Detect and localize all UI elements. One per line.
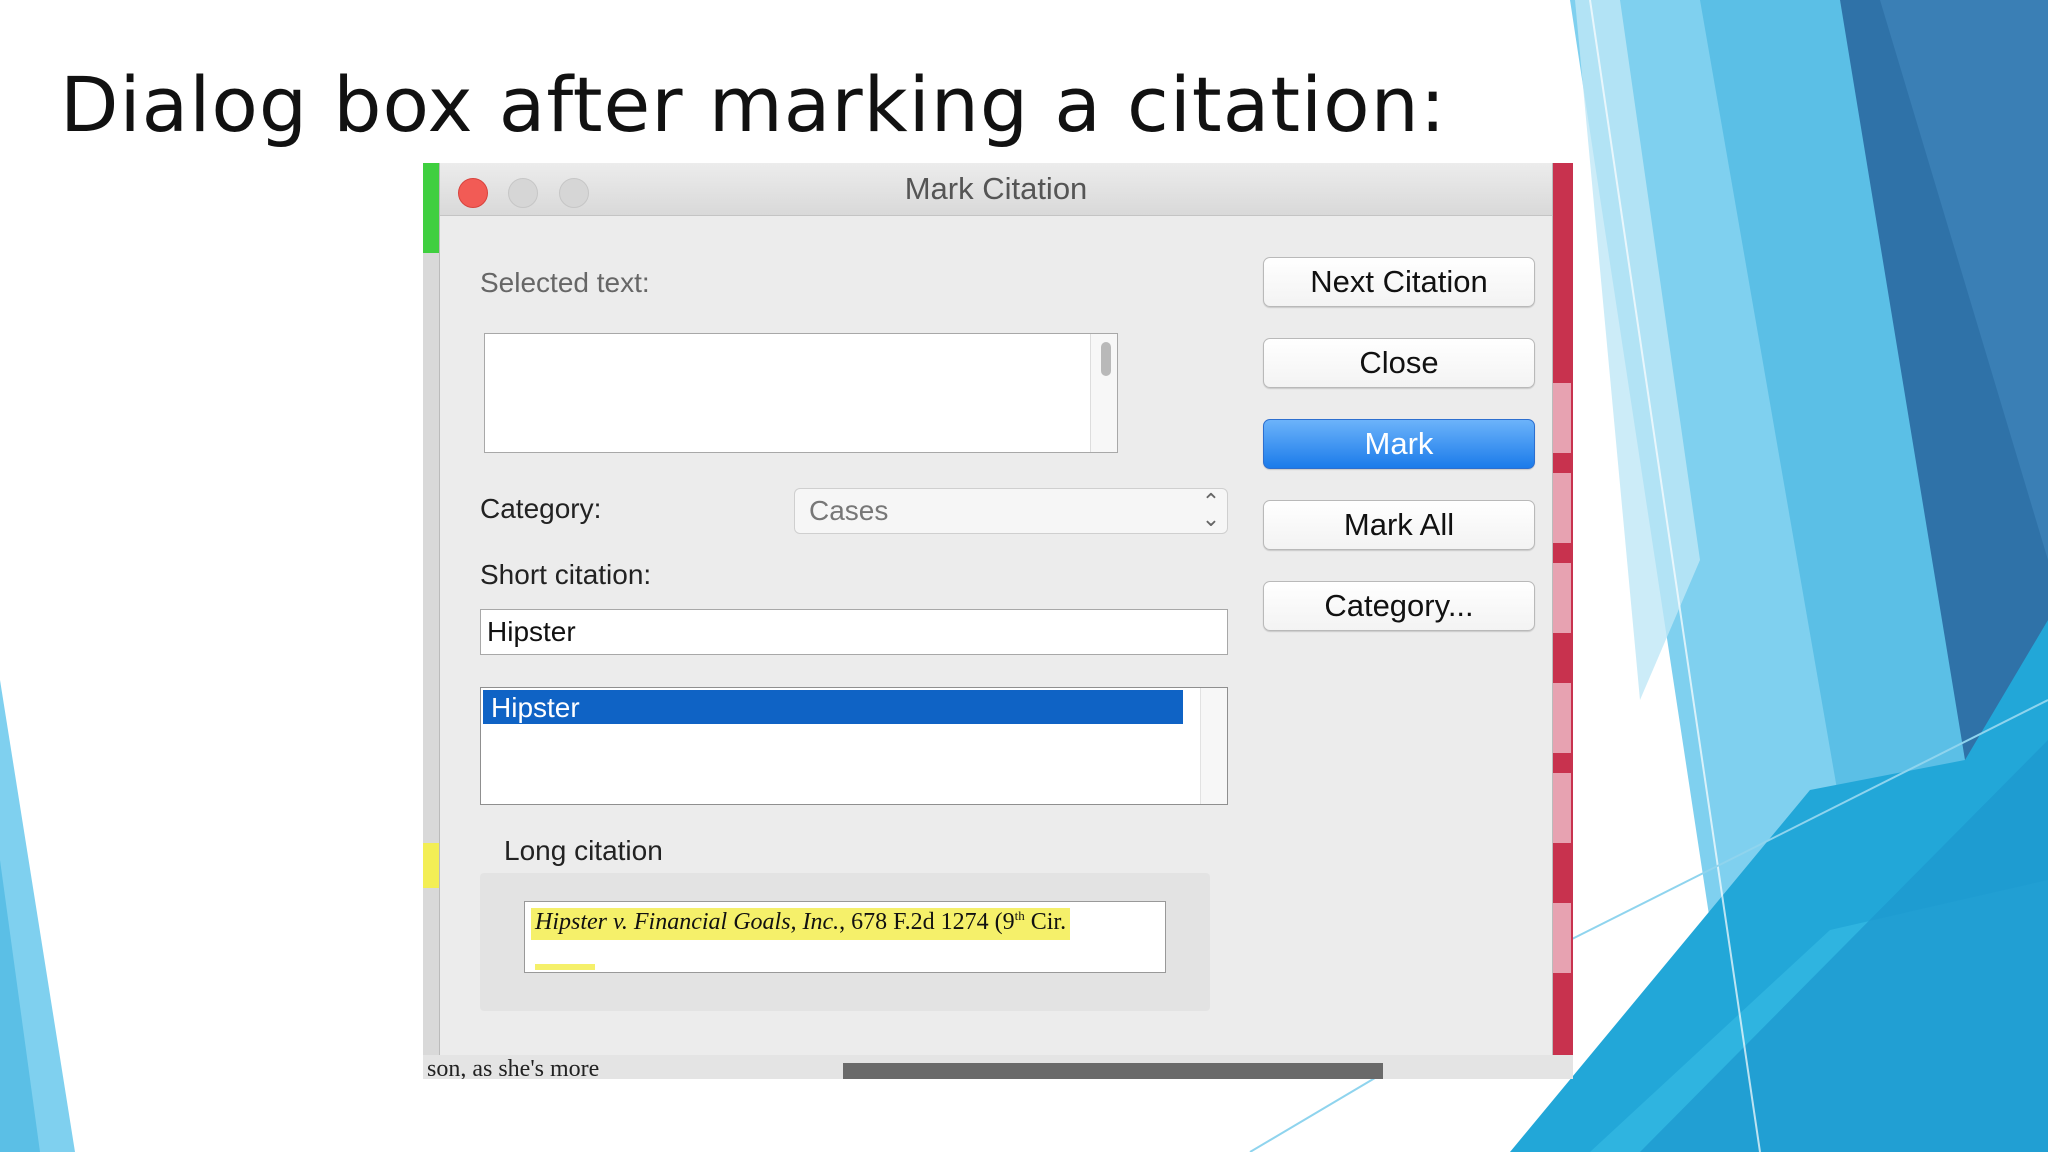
close-button[interactable]: Close xyxy=(1263,338,1535,388)
background-block xyxy=(1553,473,1571,543)
background-block xyxy=(1553,683,1571,753)
background-document-text: son, as she's more xyxy=(427,1056,600,1079)
dialog-screenshot: son, as she's more Mark Citation Selecte… xyxy=(423,163,1573,1079)
background-block xyxy=(1553,383,1571,453)
background-document-right xyxy=(1551,163,1573,1079)
list-item[interactable]: Hipster xyxy=(483,690,1183,724)
category-label: Category: xyxy=(480,493,602,524)
list-item-label: Hipster xyxy=(491,692,580,723)
slide-title: Dialog box after marking a citation: xyxy=(60,60,1447,149)
selected-text-label: Selected text: xyxy=(480,267,650,298)
selected-text-field[interactable] xyxy=(484,333,1118,453)
background-block xyxy=(1553,563,1571,633)
long-citation-text: Hipster v. Financial Goals, Inc., 678 F.… xyxy=(531,908,1071,940)
short-citation-input[interactable]: Hipster xyxy=(480,609,1228,655)
long-citation-reporter: , 678 F.2d 1274 (9 xyxy=(839,909,1015,935)
scroll-thumb[interactable] xyxy=(1101,342,1111,376)
category-value: Cases xyxy=(809,495,889,526)
background-block xyxy=(1553,773,1571,843)
long-citation-ordinal: th xyxy=(1014,908,1025,923)
selected-text-scrollbar[interactable] xyxy=(1090,334,1117,452)
long-citation-field[interactable]: Hipster v. Financial Goals, Inc., 678 F.… xyxy=(524,901,1166,973)
long-citation-panel: Hipster v. Financial Goals, Inc., 678 F.… xyxy=(480,873,1210,1011)
background-document-left xyxy=(423,163,439,1079)
background-document-bottom-bar xyxy=(843,1063,1383,1079)
title-bar: Mark Citation xyxy=(440,163,1552,216)
background-document-yellow-highlight xyxy=(423,843,439,888)
background-document-green-highlight xyxy=(423,163,439,253)
long-citation-case-name: Hipster v. Financial Goals, Inc. xyxy=(535,909,840,935)
up-down-chevron-icon: ⌃ ⌄ xyxy=(1201,489,1221,531)
long-citation-court: Cir. xyxy=(1024,909,1067,935)
short-citation-label: Short citation: xyxy=(480,559,652,590)
category-select[interactable]: Cases ⌃ ⌄ xyxy=(794,488,1228,534)
mark-all-button[interactable]: Mark All xyxy=(1263,500,1535,550)
next-citation-button[interactable]: Next Citation xyxy=(1263,257,1535,307)
list-scrollbar[interactable] xyxy=(1200,688,1227,804)
mark-button[interactable]: Mark xyxy=(1263,419,1535,469)
long-citation-label: Long citation xyxy=(504,835,663,866)
background-block xyxy=(1553,903,1571,973)
category-button[interactable]: Category... xyxy=(1263,581,1535,631)
long-citation-highlight-fragment xyxy=(535,964,595,970)
short-citation-list[interactable]: Hipster xyxy=(480,687,1228,805)
window-title: Mark Citation xyxy=(904,171,1088,206)
mark-citation-dialog: Mark Citation Selected text: Category: C… xyxy=(439,163,1553,1055)
short-citation-value: Hipster xyxy=(487,616,576,647)
